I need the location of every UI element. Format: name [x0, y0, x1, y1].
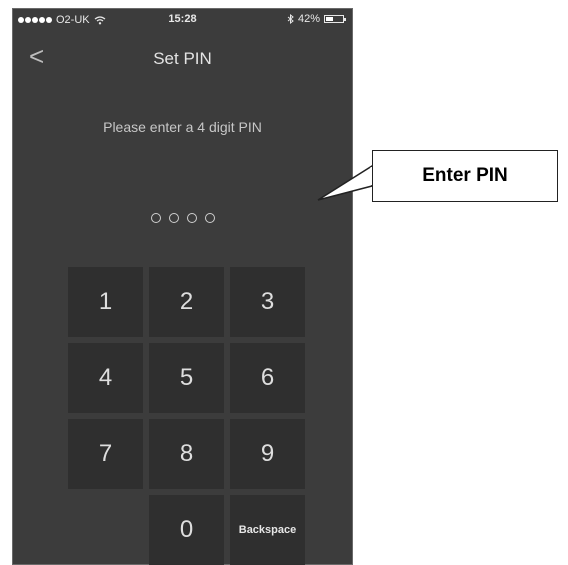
callout-label: Enter PIN — [422, 165, 508, 186]
digit-key-0[interactable]: 0 — [149, 495, 224, 565]
pin-dot — [150, 213, 161, 223]
digit-key-2[interactable]: 2 — [149, 267, 224, 337]
backspace-key[interactable]: Backspace — [230, 495, 305, 565]
nav-bar: < Set PIN — [13, 41, 352, 73]
bluetooth-icon — [287, 14, 294, 24]
battery-level — [326, 17, 333, 21]
digit-key-6[interactable]: 6 — [230, 343, 305, 413]
digit-key-5[interactable]: 5 — [149, 343, 224, 413]
keypad-blank — [68, 495, 143, 565]
pin-dot — [186, 213, 197, 223]
battery-icon — [324, 15, 346, 23]
callout-box: Enter PIN — [372, 150, 558, 202]
pin-dot — [204, 213, 215, 223]
pin-instruction: Please enter a 4 digit PIN — [103, 119, 262, 135]
pin-dot — [168, 213, 179, 223]
digit-key-3[interactable]: 3 — [230, 267, 305, 337]
digit-key-9[interactable]: 9 — [230, 419, 305, 489]
digit-key-8[interactable]: 8 — [149, 419, 224, 489]
digit-key-7[interactable]: 7 — [68, 419, 143, 489]
pin-indicator — [13, 213, 352, 223]
status-right: 42% — [287, 13, 346, 25]
phone-screen: O2-UK 15:28 42% < Set PIN Please enter a… — [12, 8, 353, 565]
digit-key-1[interactable]: 1 — [68, 267, 143, 337]
battery-percent: 42% — [297, 13, 320, 25]
digit-key-4[interactable]: 4 — [68, 343, 143, 413]
page-title: Set PIN — [153, 49, 212, 68]
numeric-keypad: 1 2 3 4 5 6 7 8 9 0 Backspace — [68, 267, 305, 565]
status-bar: O2-UK 15:28 42% — [13, 9, 352, 29]
